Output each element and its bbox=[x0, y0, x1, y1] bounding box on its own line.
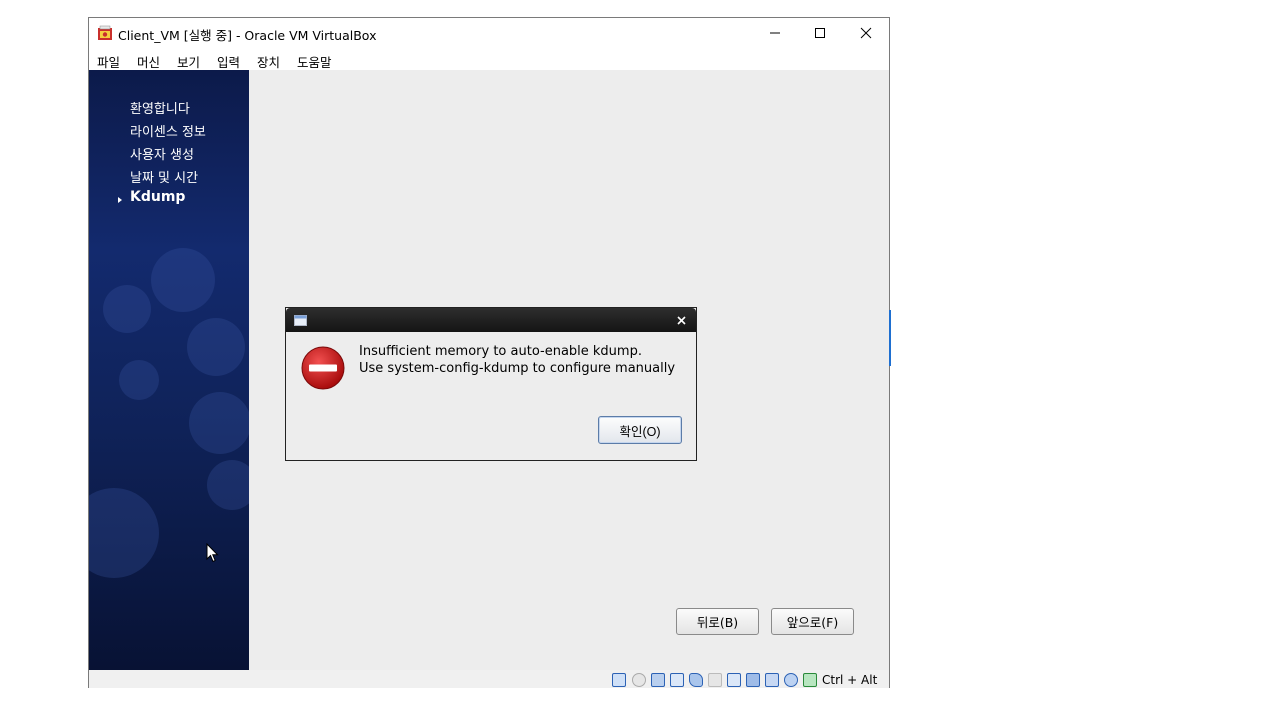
maximize-icon bbox=[815, 28, 825, 38]
step-create-user: 사용자 생성 bbox=[130, 148, 194, 163]
decor-bubble bbox=[189, 392, 249, 454]
step-date-time: 날짜 및 시간 bbox=[130, 171, 199, 186]
back-button[interactable]: 뒤로(B) bbox=[676, 608, 759, 635]
virtualization-icon[interactable] bbox=[765, 673, 779, 687]
maximize-button[interactable] bbox=[797, 18, 843, 48]
decor-bubble bbox=[89, 488, 159, 578]
decor-bubble bbox=[207, 460, 249, 510]
dialog-message-line2: Use system-config-kdump to configure man… bbox=[359, 361, 676, 376]
dialog-message-line1: Insufficient memory to auto-enable kdump… bbox=[359, 344, 642, 359]
kdump-error-dialog: Insufficient memory to auto-enable kdump… bbox=[285, 307, 697, 461]
minimize-icon bbox=[770, 32, 780, 34]
current-step-arrow-icon bbox=[118, 197, 122, 203]
window-icon bbox=[294, 315, 307, 326]
forward-button[interactable]: 앞으로(F) bbox=[771, 608, 854, 635]
menu-input[interactable]: 입력 bbox=[217, 52, 240, 71]
recording-icon[interactable] bbox=[746, 673, 760, 687]
menu-machine[interactable]: 머신 bbox=[137, 52, 160, 71]
decor-bubble bbox=[119, 360, 159, 400]
step-welcome: 환영합니다 bbox=[130, 102, 190, 117]
minimize-button[interactable] bbox=[752, 18, 798, 48]
optical-drive-icon[interactable] bbox=[632, 673, 646, 687]
close-icon bbox=[860, 27, 872, 39]
ok-button[interactable]: 확인(O) bbox=[598, 416, 682, 444]
menu-devices[interactable]: 장치 bbox=[257, 52, 280, 71]
menu-view[interactable]: 보기 bbox=[177, 52, 200, 71]
hard-disk-icon[interactable] bbox=[612, 673, 626, 687]
close-button[interactable] bbox=[843, 18, 889, 48]
dialog-close-icon[interactable] bbox=[677, 316, 686, 325]
network-icon[interactable] bbox=[670, 673, 684, 687]
decor-bubble bbox=[103, 285, 151, 333]
audio-icon[interactable] bbox=[651, 673, 665, 687]
decor-bubble bbox=[187, 318, 245, 376]
menu-help[interactable]: 도움말 bbox=[297, 52, 332, 71]
host-key-icon[interactable] bbox=[803, 673, 817, 687]
menu-file[interactable]: 파일 bbox=[97, 52, 120, 71]
mouse-integration-icon[interactable] bbox=[784, 673, 798, 687]
menu-bar: 파일 머신 보기 입력 장치 도움말 bbox=[89, 48, 889, 70]
decor-bubble bbox=[151, 248, 215, 312]
title-bar[interactable]: Client_VM [실행 중] - Oracle VM VirtualBox bbox=[89, 18, 889, 48]
window-title: Client_VM [실행 중] - Oracle VM VirtualBox bbox=[118, 28, 377, 43]
dialog-title-bar[interactable] bbox=[286, 308, 696, 332]
step-license: 라이센스 정보 bbox=[130, 125, 206, 140]
installer-sidebar: 환영합니다 라이센스 정보 사용자 생성 날짜 및 시간 Kdump bbox=[89, 70, 249, 670]
shared-folder-icon[interactable] bbox=[708, 673, 722, 687]
virtualbox-app-icon bbox=[98, 25, 112, 40]
edge-highlight bbox=[889, 310, 891, 366]
usb-icon[interactable] bbox=[689, 673, 703, 687]
display-icon[interactable] bbox=[727, 673, 741, 687]
status-bar: Ctrl + Alt bbox=[89, 670, 889, 688]
error-icon bbox=[301, 346, 345, 390]
step-kdump: Kdump bbox=[130, 189, 186, 205]
mouse-cursor-icon bbox=[206, 543, 219, 563]
host-key-label: Ctrl + Alt bbox=[822, 673, 878, 687]
